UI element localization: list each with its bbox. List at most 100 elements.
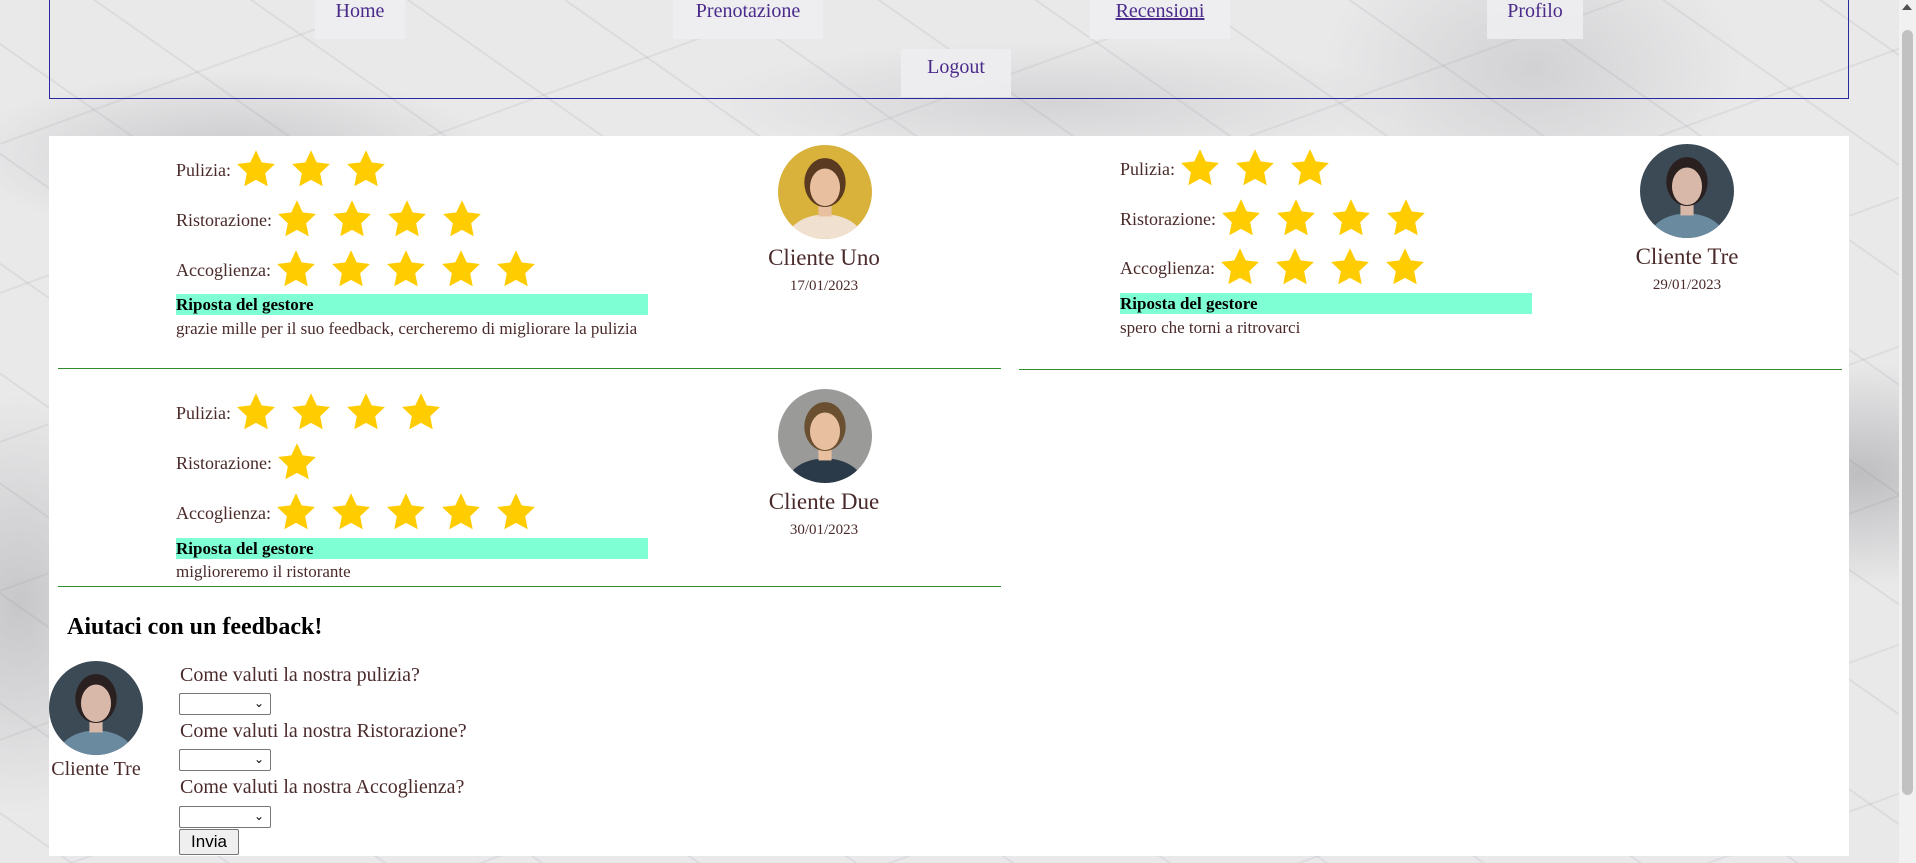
rating-label: Pulizia: — [176, 402, 231, 423]
star-rating — [1177, 146, 1342, 192]
star-icon — [493, 490, 548, 536]
reply-heading: Riposta del gestore — [1120, 293, 1532, 314]
rating-label: Pulizia: — [176, 159, 231, 180]
rating-pulizia: Pulizia: — [176, 390, 453, 436]
star-icon — [1383, 196, 1438, 242]
nav-recensioni[interactable]: Recensioni — [1090, 0, 1230, 39]
star-icon — [329, 197, 384, 243]
feedback-title: Aiutaci con un feedback! — [67, 614, 323, 640]
chevron-down-icon: ⌄ — [253, 752, 264, 766]
star-icon — [273, 247, 328, 293]
divider — [58, 586, 1001, 587]
avatar — [49, 661, 143, 755]
star-icon — [384, 197, 439, 243]
rating-label: Ristorazione: — [176, 209, 272, 230]
star-icon — [398, 390, 453, 436]
rating-ristorazione: Ristorazione: — [176, 197, 494, 243]
star-icon — [1218, 196, 1273, 242]
star-icon — [288, 390, 343, 436]
star-icon — [438, 247, 493, 293]
star-icon — [1217, 245, 1272, 291]
review-date: 17/01/2023 — [789, 278, 859, 294]
star-rating — [1217, 245, 1437, 291]
reply-heading: Riposta del gestore — [176, 538, 648, 559]
rating-label: Pulizia: — [1120, 158, 1175, 179]
star-icon — [1232, 146, 1287, 192]
rating-ristorazione: Ristorazione: — [1120, 196, 1438, 242]
chevron-down-icon: ⌄ — [253, 809, 264, 823]
reply-text: spero che torni a ritrovarci — [1120, 318, 1301, 337]
star-icon — [328, 247, 383, 293]
rating-label: Ristorazione: — [1120, 208, 1216, 229]
star-icon — [1287, 146, 1342, 192]
divider — [58, 368, 1001, 369]
star-rating — [1218, 196, 1438, 242]
star-icon — [439, 197, 494, 243]
question-accoglienza: Come valuti la nostra Accoglienza? — [180, 776, 465, 798]
star-icon — [343, 147, 398, 193]
star-icon — [274, 197, 329, 243]
rating-pulizia: Pulizia: — [176, 147, 398, 193]
divider — [1019, 369, 1842, 370]
nav-profilo[interactable]: Profilo — [1487, 0, 1583, 39]
star-rating — [273, 247, 548, 293]
reply-text: grazie mille per il suo feedback, cerche… — [176, 319, 638, 338]
scroll-thumb[interactable] — [1902, 30, 1913, 795]
star-icon — [383, 490, 438, 536]
star-icon — [233, 390, 288, 436]
client-name: Cliente Due — [768, 489, 880, 514]
avatar — [778, 389, 872, 483]
star-icon — [273, 490, 328, 536]
star-icon — [1273, 196, 1328, 242]
star-icon — [274, 440, 329, 486]
rating-label: Accoglienza: — [176, 502, 271, 523]
star-icon — [328, 490, 383, 536]
reply-text: miglioreremo il ristorante — [176, 562, 351, 581]
question-pulizia: Come valuti la nostra pulizia? — [180, 664, 420, 686]
star-icon — [343, 390, 398, 436]
star-rating — [274, 440, 329, 486]
rating-ristorazione: Ristorazione: — [176, 440, 329, 486]
star-icon — [1327, 245, 1382, 291]
rating-accoglienza: Accoglienza: — [176, 247, 548, 293]
rating-pulizia: Pulizia: — [1120, 146, 1342, 192]
select-pulizia[interactable]: ⌄ — [179, 693, 271, 715]
star-icon — [493, 247, 548, 293]
nav-home[interactable]: Home — [315, 0, 405, 39]
star-icon — [1272, 245, 1327, 291]
star-icon — [1177, 146, 1232, 192]
rating-label: Ristorazione: — [176, 452, 272, 473]
review-date: 30/01/2023 — [789, 522, 859, 538]
reply-heading: Riposta del gestore — [176, 294, 648, 315]
rating-label: Accoglienza: — [176, 259, 271, 280]
star-rating — [273, 490, 548, 536]
scrollbar[interactable] — [1899, 0, 1916, 863]
feedback-user-name: Cliente Tre — [51, 758, 141, 780]
submit-button[interactable]: Invia — [179, 829, 239, 855]
star-icon — [1328, 196, 1383, 242]
scroll-up-icon[interactable] — [1902, 4, 1912, 10]
nav-prenotazione[interactable]: Prenotazione — [673, 0, 823, 39]
avatar — [778, 145, 872, 239]
star-icon — [233, 147, 288, 193]
navbar: Home Prenotazione Recensioni Profilo Log… — [49, 0, 1849, 99]
review-date: 29/01/2023 — [1652, 277, 1722, 293]
rating-label: Accoglienza: — [1120, 257, 1215, 278]
star-icon — [288, 147, 343, 193]
select-ristorazione[interactable]: ⌄ — [179, 749, 271, 771]
star-rating — [233, 390, 453, 436]
star-icon — [438, 490, 493, 536]
client-name: Cliente Uno — [768, 245, 880, 270]
chevron-down-icon: ⌄ — [253, 696, 264, 710]
avatar — [1640, 144, 1734, 238]
star-icon — [1382, 245, 1437, 291]
question-ristorazione: Come valuti la nostra Ristorazione? — [180, 720, 467, 742]
rating-accoglienza: Accoglienza: — [176, 490, 548, 536]
star-icon — [383, 247, 438, 293]
client-name: Cliente Tre — [1635, 244, 1739, 269]
nav-logout[interactable]: Logout — [901, 49, 1011, 97]
select-accoglienza[interactable]: ⌄ — [179, 806, 271, 828]
star-rating — [274, 197, 494, 243]
star-rating — [233, 147, 398, 193]
rating-accoglienza: Accoglienza: — [1120, 245, 1437, 291]
